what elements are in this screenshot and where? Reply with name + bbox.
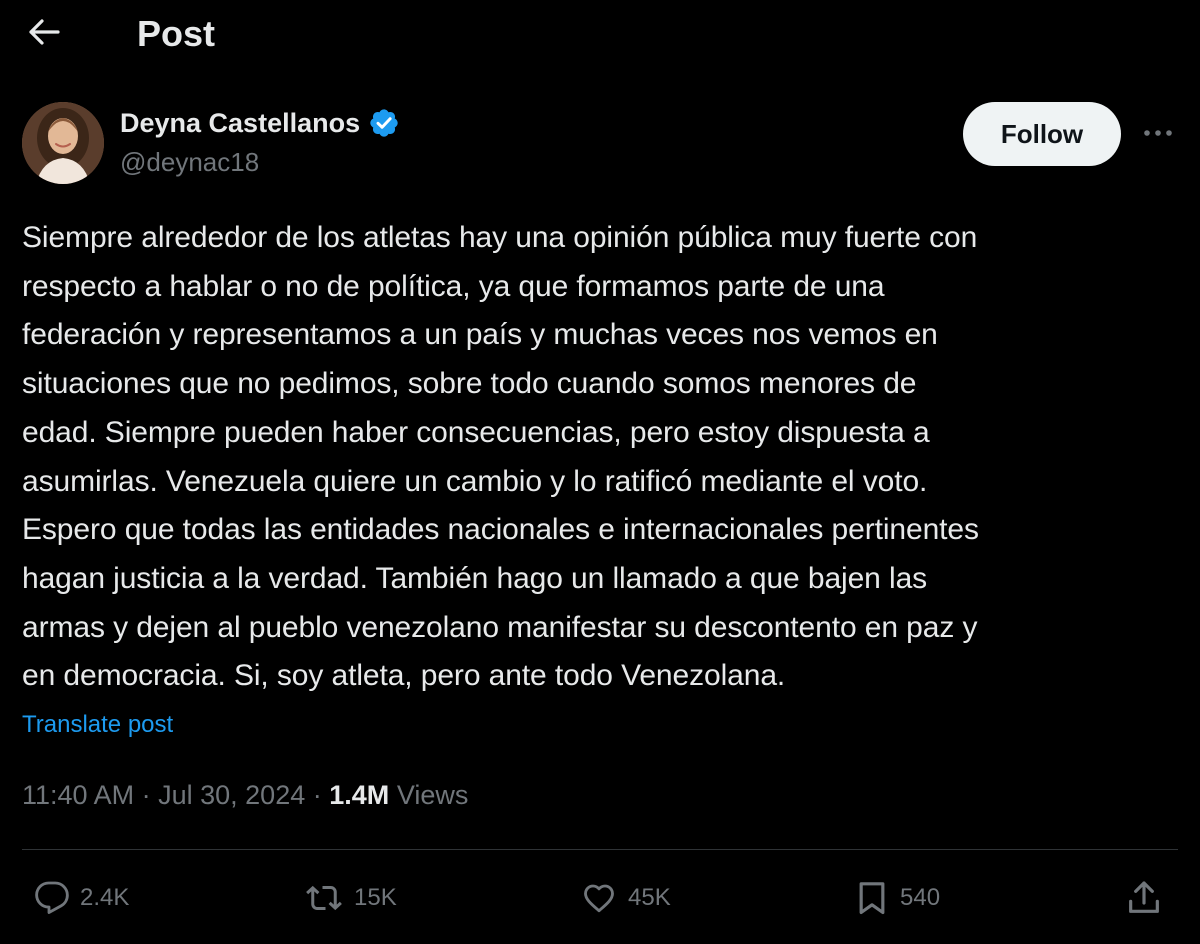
translate-post-link[interactable]: Translate post [22,708,173,742]
reply-count: 2.4K [80,884,130,911]
avatar-image [22,102,104,184]
post-meta: 11:40 AM · Jul 30, 2024 · 1.4M Views [22,776,468,814]
like-button[interactable]: 45K [578,876,671,920]
post-time[interactable]: 11:40 AM [22,780,134,810]
avatar[interactable] [22,102,104,184]
back-button[interactable] [22,14,66,54]
bookmark-button[interactable]: 540 [852,876,940,920]
arrow-left-icon [28,18,60,50]
divider [22,849,1178,850]
engagement-bar: 2.4K 15K 45K 540 [0,870,1200,926]
reply-icon [32,880,72,916]
page-title: Post [137,13,216,54]
author-row: Deyna Castellanos @deynac18 Follow [22,100,1182,186]
views-count[interactable]: 1.4M [329,780,389,810]
author-name-text: Deyna Castellanos [120,108,361,138]
share-button[interactable] [1124,876,1164,920]
bookmark-count: 540 [900,884,941,911]
author-handle[interactable]: @deynac18 [120,146,259,178]
post-text: Siempre alrededor de los atletas hay una… [22,221,979,693]
share-icon [1124,878,1164,918]
top-bar: Post [0,0,1200,70]
follow-button[interactable]: Follow [963,102,1121,166]
more-options-button[interactable] [1136,114,1180,154]
post-date[interactable]: Jul 30, 2024 [158,780,305,810]
repost-icon [302,880,346,916]
reply-button[interactable]: 2.4K [32,876,129,920]
bookmark-icon [852,878,892,918]
heart-icon [578,880,620,916]
repost-count: 15K [354,884,397,911]
views-label: Views [396,780,469,810]
like-count: 45K [628,884,671,911]
more-horizontal-icon [1142,125,1174,143]
repost-button[interactable]: 15K [302,876,397,920]
author-name[interactable]: Deyna Castellanos [120,106,400,140]
verified-badge-icon [368,107,400,139]
meta-separator: · [141,780,151,810]
meta-separator: · [312,780,322,810]
